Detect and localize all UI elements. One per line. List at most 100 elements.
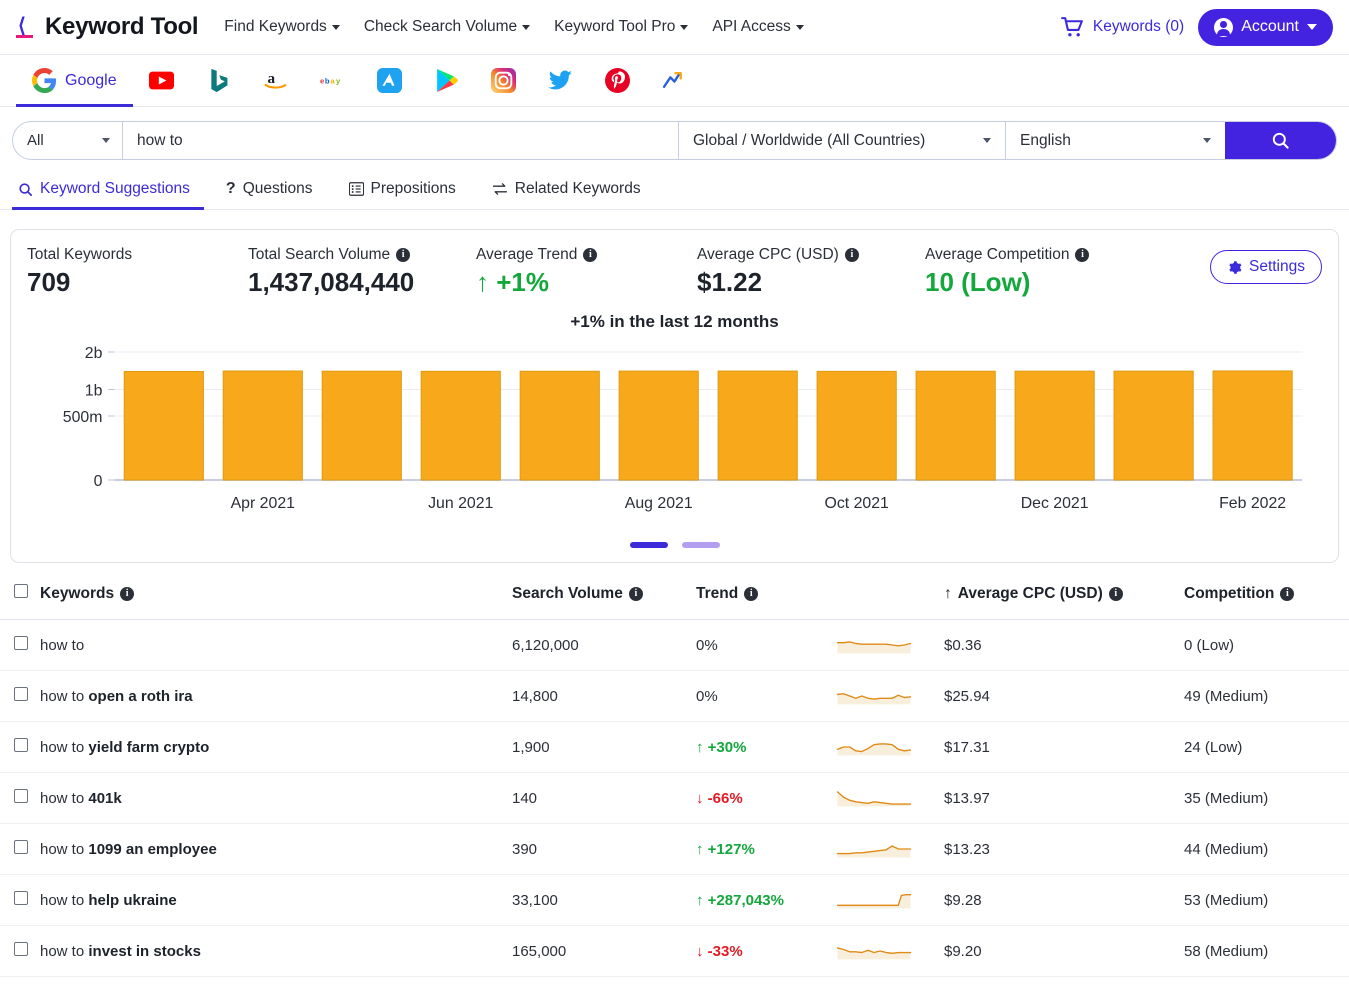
table-row[interactable]: how to yield farm crypto 1,900 ↑ +30% $17.3… — [0, 721, 1349, 773]
info-icon[interactable]: i — [1280, 586, 1295, 601]
platform-tab-amazon[interactable]: a — [247, 55, 304, 107]
nav-item-api-access[interactable]: API Access — [712, 18, 804, 36]
platform-tab-ebay[interactable]: e b a y — [304, 55, 361, 107]
chart-bar[interactable] — [915, 370, 996, 481]
info-icon[interactable]: i — [628, 586, 643, 601]
keywords-cart-button[interactable]: Keywords (0) — [1060, 15, 1184, 40]
play-store-icon — [436, 69, 458, 92]
chart-bar[interactable] — [420, 370, 501, 481]
platform-tab-pinterest[interactable] — [589, 55, 646, 107]
row-checkbox[interactable] — [14, 687, 28, 701]
table-row[interactable]: how to open a roth ira 14,800 0% $25.94 49 (… — [0, 670, 1349, 722]
svg-text:b: b — [324, 76, 329, 85]
platform-tab-app-store[interactable] — [361, 55, 418, 107]
row-checkbox[interactable] — [14, 789, 28, 803]
chart-page-dot-1[interactable] — [629, 542, 668, 548]
search-input[interactable] — [123, 122, 678, 159]
keyword-cell[interactable]: how to help ukraine — [40, 874, 512, 926]
platform-tab-twitter[interactable] — [532, 55, 589, 107]
search-section: All Global / Worldwide (All Countries) E… — [0, 107, 1349, 160]
metric-label-text: Average CPC (USD) — [697, 246, 839, 263]
keyword-cell[interactable]: how to 401k — [40, 772, 512, 824]
header-average-cpc[interactable]: ↑ Average CPC (USD) i — [944, 584, 1184, 620]
row-checkbox[interactable] — [14, 942, 28, 956]
tab-keyword-suggestions[interactable]: Keyword Suggestions — [12, 174, 204, 210]
instagram-icon — [490, 68, 516, 93]
platform-tab-google-trends[interactable] — [646, 55, 703, 107]
sparkline-cell — [836, 874, 944, 926]
trend-up-arrow-icon: ↑ — [696, 891, 708, 909]
chart-bar[interactable] — [816, 370, 897, 481]
language-select[interactable]: English — [1005, 122, 1225, 159]
keyword-cell[interactable]: how to yield farm crypto — [40, 721, 512, 773]
tab-questions[interactable]: ? Questions — [220, 174, 327, 209]
platform-tab-label: Google — [65, 71, 117, 89]
info-icon[interactable]: i — [844, 248, 859, 262]
scope-select[interactable]: All — [13, 122, 123, 159]
chart-bar[interactable] — [123, 370, 204, 481]
info-icon[interactable]: i — [396, 248, 411, 262]
chart-bar[interactable] — [717, 370, 798, 481]
table-row[interactable]: how to help ukraine 33,100 ↑ +287,043% $9.2… — [0, 874, 1349, 926]
metric-label-text: Total Search Volume — [248, 246, 391, 263]
chart-bar[interactable] — [519, 370, 600, 481]
nav-item-check-search-volume[interactable]: Check Search Volume — [364, 18, 531, 36]
nav-item-label: Find Keywords — [224, 18, 327, 35]
chart-bar[interactable] — [1014, 370, 1095, 481]
info-icon[interactable]: i — [583, 248, 598, 262]
select-all-checkbox[interactable] — [14, 584, 28, 598]
table-row[interactable]: how to invest in stocks 165,000 ↓ -33% $9.2… — [0, 925, 1349, 977]
platform-tab-play-store[interactable] — [418, 55, 475, 107]
gear-icon — [1229, 260, 1242, 274]
platform-tab-google[interactable]: Google — [16, 55, 133, 107]
table-row[interactable]: how to 1099 an employee 390 ↑ +127% $13.23 4… — [0, 823, 1349, 875]
info-icon[interactable]: i — [744, 586, 759, 601]
tab-prepositions[interactable]: Prepositions — [343, 174, 470, 209]
chart-bar[interactable] — [321, 370, 402, 481]
shuffle-icon — [492, 183, 507, 195]
keyword-cell[interactable]: how to 1099 an employee — [40, 823, 512, 875]
user-avatar-icon — [1214, 17, 1234, 37]
tab-related-keywords[interactable]: Related Keywords — [486, 174, 655, 209]
platform-tab-instagram[interactable] — [475, 55, 532, 107]
keyword-suffix-text: invest in stocks — [88, 942, 201, 960]
info-icon[interactable]: i — [1108, 586, 1123, 601]
brand-logo[interactable]: ⟨ Keyword Tool — [16, 13, 199, 41]
row-checkbox[interactable] — [14, 636, 28, 650]
search-button[interactable] — [1225, 122, 1336, 159]
chart-bar[interactable] — [618, 370, 699, 481]
account-button[interactable]: Account — [1198, 8, 1333, 46]
metric-average-competition: Average Competition i 10 (Low) — [925, 246, 1090, 298]
metric-value-text: +1% — [496, 267, 549, 297]
nav-item-find-keywords[interactable]: Find Keywords — [224, 18, 340, 36]
chart-page-dot-2[interactable] — [681, 542, 720, 548]
keyword-cell[interactable]: how to open a roth ira — [40, 670, 512, 722]
metric-average-trend: Average Trend i ↑ +1% — [476, 246, 691, 298]
info-icon[interactable]: i — [1075, 248, 1090, 262]
platform-tab-youtube[interactable] — [133, 55, 190, 107]
header-trend[interactable]: Trend i — [696, 584, 836, 620]
row-checkbox[interactable] — [14, 738, 28, 752]
x-axis-tick-label: Jun 2021 — [428, 495, 493, 512]
country-select[interactable]: Global / Worldwide (All Countries) — [678, 122, 1005, 159]
chevron-down-icon — [983, 138, 991, 143]
keyword-cell[interactable]: how to invest in stocks — [40, 925, 512, 977]
platform-tab-bing[interactable] — [190, 55, 247, 107]
table-row[interactable]: how to 401k 140 ↓ -66% $13.97 35 (Medium) — [0, 772, 1349, 824]
cart-icon — [1060, 16, 1083, 36]
table-row[interactable]: how to 6,120,000 0% $0.36 0 (Low) — [0, 619, 1349, 671]
keyword-cell[interactable]: how to — [40, 619, 512, 671]
row-checkbox[interactable] — [14, 891, 28, 905]
header-keywords[interactable]: Keywords i — [40, 584, 512, 620]
header-search-volume[interactable]: Search Volume i — [512, 584, 696, 620]
sparkline-cell — [836, 721, 944, 773]
info-icon[interactable]: i — [120, 586, 135, 601]
nav-item-keyword-tool-pro[interactable]: Keyword Tool Pro — [554, 18, 689, 36]
header-competition[interactable]: Competition i — [1184, 584, 1349, 620]
settings-button[interactable]: Settings — [1209, 250, 1322, 284]
search-volume-cell: 165,000 — [512, 925, 696, 977]
chart-bar[interactable] — [1113, 370, 1194, 481]
row-checkbox[interactable] — [14, 840, 28, 854]
chart-bar[interactable] — [1212, 370, 1293, 481]
chart-bar[interactable] — [222, 370, 303, 481]
